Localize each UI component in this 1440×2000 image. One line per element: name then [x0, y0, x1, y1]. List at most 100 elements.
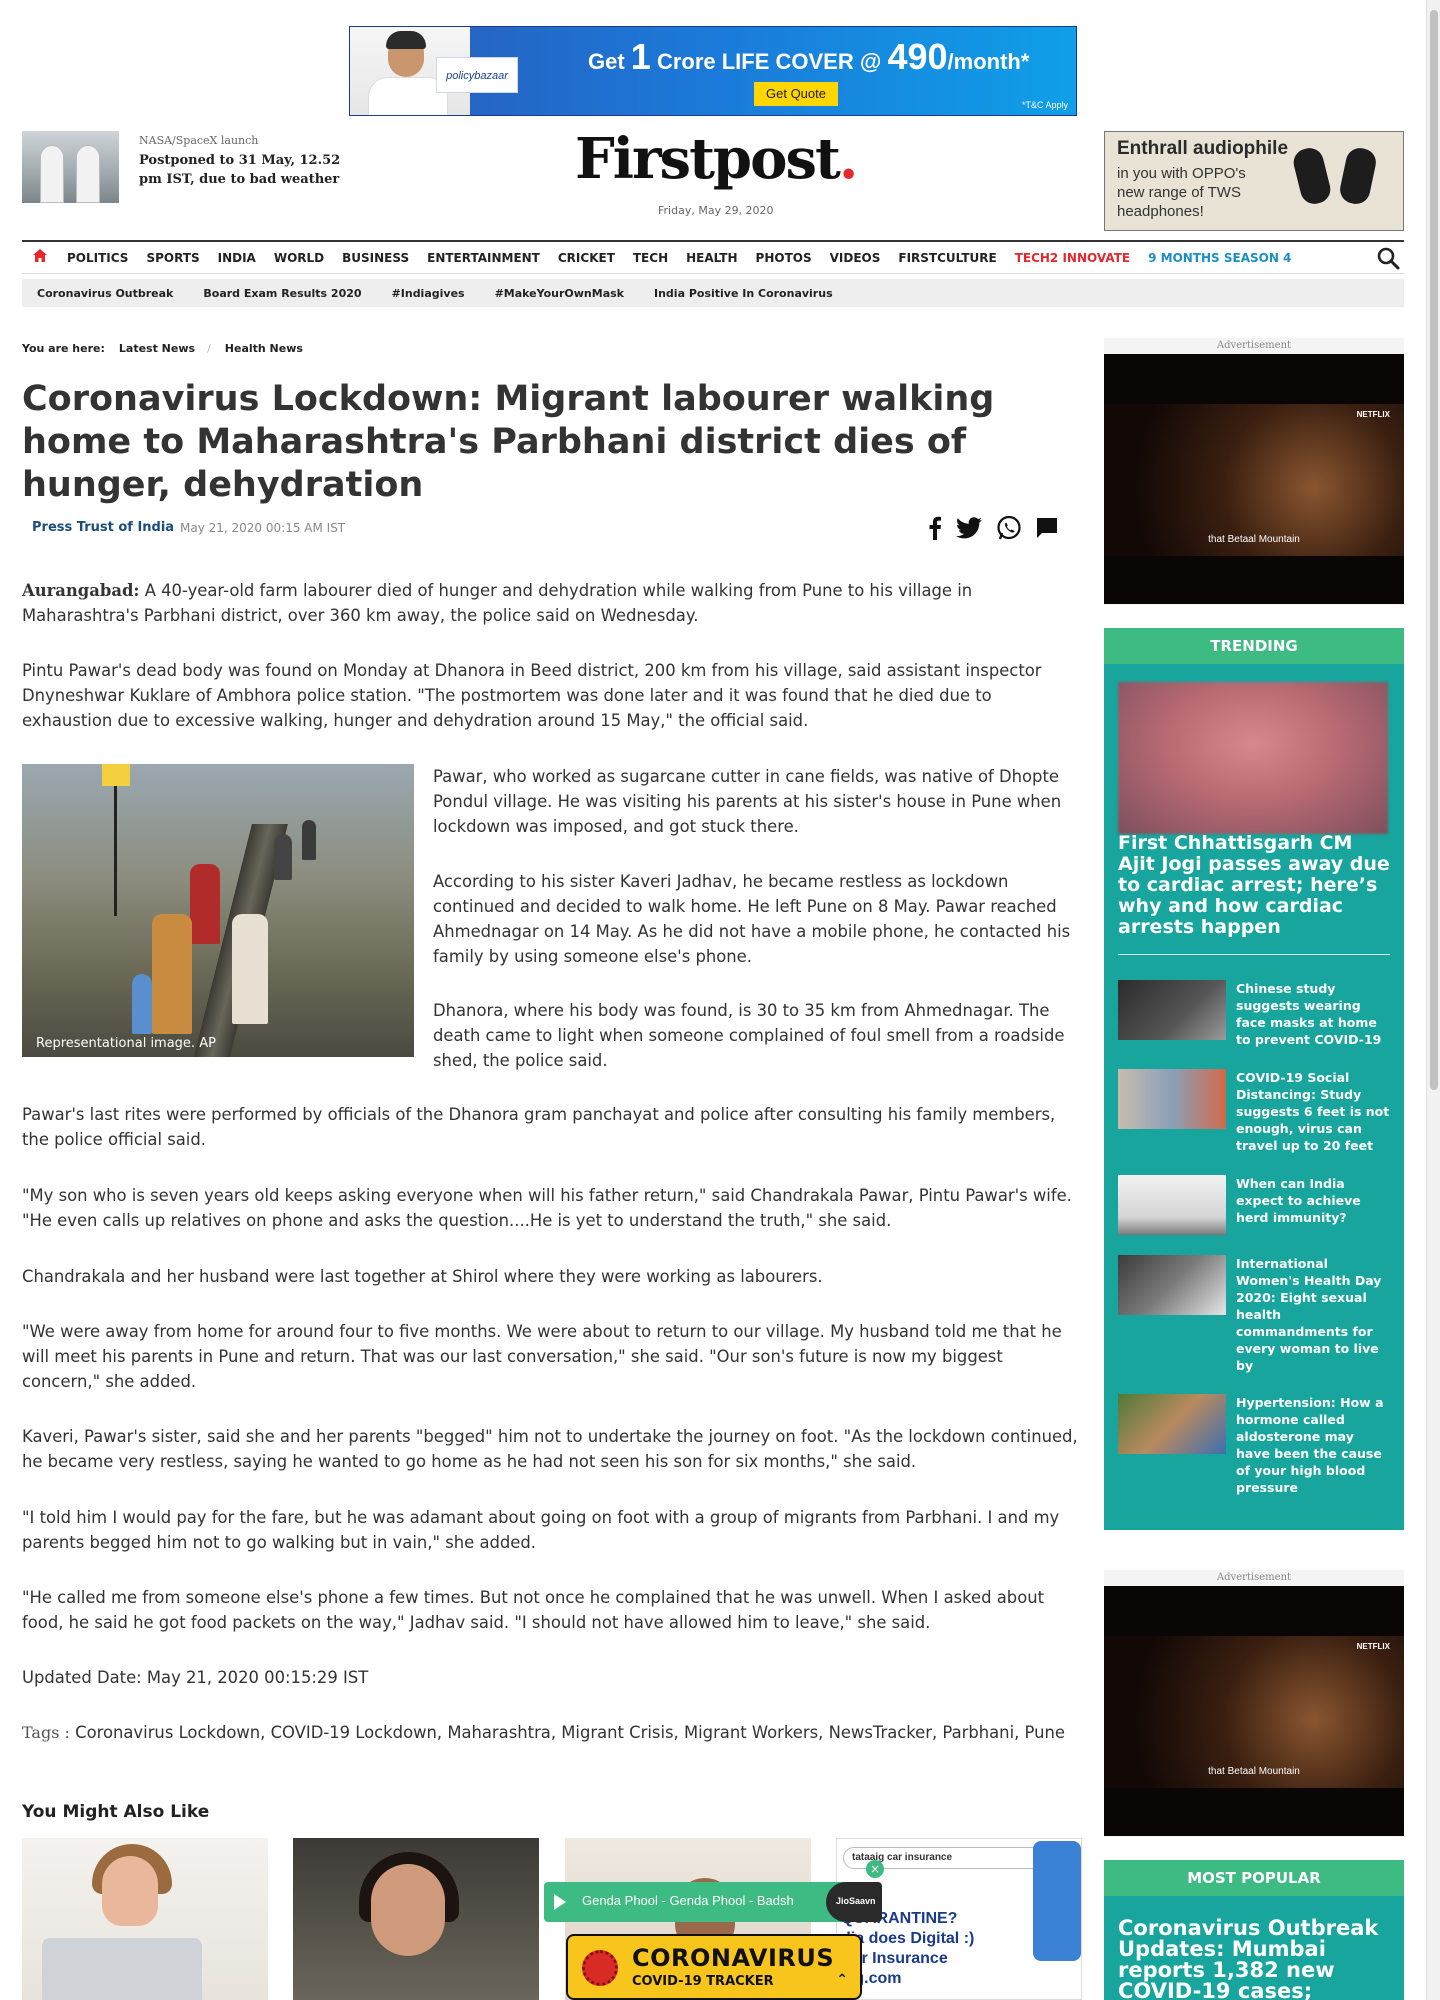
article-paragraph: Kaveri, Pawar's sister, said she and her… [22, 1427, 1078, 1471]
nav-item-india[interactable]: INDIA [209, 251, 265, 265]
trending-item[interactable]: Chinese study suggests wearing face mask… [1118, 980, 1390, 1047]
trending-thumb [1118, 1394, 1226, 1454]
nav-item-videos[interactable]: VIDEOS [821, 251, 890, 265]
close-icon[interactable]: × [866, 1860, 884, 1878]
subnav-indiagives[interactable]: #Indiagives [377, 287, 480, 300]
sidebar-video-ad[interactable]: Advertisement NETFLIX that Betaal Mounta… [1104, 338, 1404, 605]
nav-item-health[interactable]: HEALTH [677, 251, 746, 265]
play-icon[interactable] [554, 1894, 566, 1910]
oppo-ad[interactable]: Enthrall audiophile in you with OPPO's n… [1104, 131, 1404, 231]
nav-item-cricket[interactable]: CRICKET [549, 251, 624, 265]
article-paragraph: Aurangabad: A 40-year-old farm labourer … [22, 581, 973, 625]
covid-tracker-widget[interactable]: CORONAVIRUS COVID-19 TRACKER ⌃ [566, 1934, 862, 2000]
subnav-india-positive[interactable]: India Positive In Coronavirus [639, 287, 848, 300]
sub-nav: Coronavirus Outbreak Board Exam Results … [22, 279, 1404, 307]
nav-item-sports[interactable]: SPORTS [137, 251, 208, 265]
earbud-image [1337, 145, 1379, 207]
nav-item-entertainment[interactable]: ENTERTAINMENT [418, 251, 549, 265]
music-player[interactable]: Genda Phool - Genda Phool - Badsh JioSaa… [544, 1882, 882, 1922]
scrollbar[interactable] [1426, 0, 1440, 2000]
facebook-icon[interactable] [928, 516, 942, 540]
ad-get-quote-button[interactable]: Get Quote [754, 82, 838, 106]
article-paragraph: "My son who is seven years old keeps ask… [22, 1186, 1072, 1230]
twitter-icon[interactable] [956, 517, 982, 539]
recommended-card[interactable] [293, 1838, 539, 2000]
nav-item-9-months[interactable]: 9 MONTHS SEASON 4 [1139, 251, 1300, 265]
nav-item-photos[interactable]: PHOTOS [747, 251, 821, 265]
netflix-logo: NETFLIX [1356, 410, 1390, 419]
nav-item-tech[interactable]: TECH [624, 251, 677, 265]
subnav-makeyourownmask[interactable]: #MakeYourOwnMask [480, 287, 639, 300]
trending-thumb [1118, 980, 1226, 1040]
nav-item-tech2-innovate[interactable]: TECH2 INNOVATE [1006, 251, 1139, 265]
top-banner-ad[interactable]: policybazaar Get 1 Crore LIFE COVER @ 49… [349, 26, 1077, 116]
whatsapp-icon[interactable] [996, 515, 1022, 541]
divider [1118, 954, 1390, 955]
recommended-card[interactable] [22, 1838, 268, 2000]
article-paragraph: Pintu Pawar's dead body was found on Mon… [22, 661, 1042, 730]
breadcrumb-health-news[interactable]: Health News [225, 342, 303, 355]
nav-item-politics[interactable]: POLITICS [58, 251, 137, 265]
breadcrumb-latest-news[interactable]: Latest News [119, 342, 195, 355]
breadcrumb-separator: / [207, 342, 211, 355]
ad-label: Advertisement [1216, 340, 1292, 351]
sign-pole [114, 786, 117, 916]
site-logo[interactable]: Firstpost. [575, 126, 858, 192]
oppo-ad-text: in you with OPPO's new range of TWS head… [1117, 165, 1246, 220]
netflix-logo: NETFLIX [1356, 1642, 1390, 1651]
sidebar-video-ad[interactable]: Advertisement NETFLIX that Betaal Mounta… [1104, 1570, 1404, 1837]
trending-item[interactable]: COVID-19 Social Distancing: Study sugges… [1118, 1069, 1390, 1153]
trending-item[interactable]: Hypertension: How a hormone called aldos… [1118, 1394, 1390, 1495]
side-story-label[interactable]: NASA/SpaceX launch [139, 134, 258, 147]
ad-video[interactable]: NETFLIX that Betaal Mountain [1104, 1586, 1404, 1836]
ad-label: Advertisement [1216, 1572, 1292, 1583]
video-subtitle: that Betaal Mountain [1208, 1766, 1300, 1777]
most-popular-item[interactable]: Coronavirus Outbreak Updates: Mumbai rep… [1118, 1918, 1394, 2000]
subnav-board-exam-results[interactable]: Board Exam Results 2020 [188, 287, 376, 300]
video-subtitle: that Betaal Mountain [1208, 534, 1300, 545]
article-tags: Tags : Coronavirus Lockdown, COVID-19 Lo… [22, 1720, 1086, 1745]
trending-item[interactable]: International Women's Health Day 2020: E… [1118, 1255, 1390, 1373]
trending-item[interactable]: When can India expect to achieve herd im… [1118, 1175, 1390, 1235]
trending-thumb [1118, 1069, 1226, 1129]
nav-item-world[interactable]: WORLD [265, 251, 333, 265]
nav-item-business[interactable]: BUSINESS [333, 251, 418, 265]
dateline: Aurangabad: [22, 581, 140, 600]
ad-brand-card: policybazaar [436, 57, 518, 93]
image-caption: Representational image. AP [36, 1036, 216, 1051]
most-popular-title: MOST POPULAR [1104, 1860, 1404, 1896]
scrollbar-thumb[interactable] [1430, 10, 1438, 1090]
breadcrumb-label: You are here: [22, 342, 105, 355]
side-story-thumbnail[interactable] [22, 131, 119, 203]
trending-item-title: COVID-19 Social Distancing: Study sugges… [1236, 1070, 1390, 1153]
article-paragraph: Pawar, who worked as sugarcane cutter in… [433, 767, 1062, 836]
trending-hero-image[interactable] [1118, 682, 1388, 834]
tags-list[interactable]: Coronavirus Lockdown, COVID-19 Lockdown,… [75, 1723, 1065, 1742]
virus-icon [582, 1950, 618, 1986]
tracker-subtitle: COVID-19 TRACKER [632, 1974, 774, 1989]
side-story-title[interactable]: Postponed to 31 May, 12.52 pm IST, due t… [139, 151, 349, 189]
you-might-like-title: You Might Also Like [22, 1802, 210, 1822]
chevron-up-icon[interactable]: ⌃ [836, 1972, 848, 1988]
trending-hero-title[interactable]: First Chhattisgarh CM Ajit Jogi passes a… [1118, 833, 1390, 938]
phone-image [1033, 1841, 1081, 1961]
nav-item-firstculture[interactable]: FIRSTCULTURE [889, 251, 1005, 265]
article-paragraph: Pawar's last rites were performed by off… [22, 1105, 1056, 1149]
trending-item-title: Chinese study suggests wearing face mask… [1236, 981, 1382, 1047]
ad-video[interactable]: NETFLIX that Betaal Mountain [1104, 354, 1404, 604]
search-icon[interactable] [1376, 246, 1400, 270]
most-popular-widget: MOST POPULAR Coronavirus Outbreak Update… [1104, 1860, 1404, 2000]
trending-thumb [1118, 1255, 1226, 1315]
trending-item-title: Hypertension: How a hormone called aldos… [1236, 1395, 1384, 1495]
article-image[interactable]: Representational image. AP [22, 764, 414, 1057]
article-date: May 21, 2020 00:15 AM IST [180, 521, 346, 535]
track-sign [102, 764, 130, 786]
player-track-title: Genda Phool - Genda Phool - Badsh [582, 1893, 794, 1908]
subnav-coronavirus-outbreak[interactable]: Coronavirus Outbreak [22, 287, 188, 300]
trending-item-title: When can India expect to achieve herd im… [1236, 1176, 1361, 1225]
article-author[interactable]: Press Trust of India [32, 520, 174, 535]
home-icon[interactable] [22, 249, 58, 266]
article-paragraph: Dhanora, where his body was found, is 30… [433, 1001, 1065, 1070]
comment-icon[interactable] [1036, 517, 1058, 539]
article-paragraph: Chandrakala and her husband were last to… [22, 1267, 823, 1286]
